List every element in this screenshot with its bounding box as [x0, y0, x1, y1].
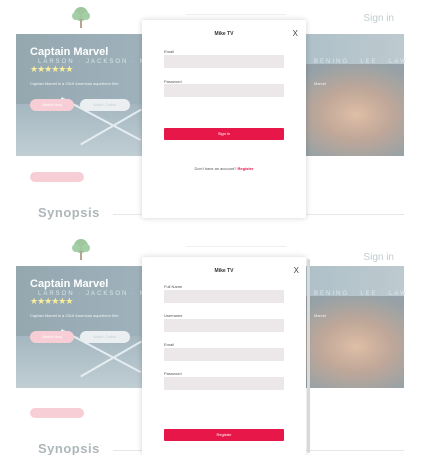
- login-modal: Mike TV X Email Password Sign in Don't h…: [142, 20, 306, 218]
- register-view: Sign in Captain Marvel LARSON · JACKSON …: [0, 232, 431, 455]
- email-field[interactable]: [164, 348, 284, 361]
- movie-description: Captain Marvel is a 2019 American superh…: [30, 81, 119, 86]
- register-modal: Mike TV X Full Name Username Email Passw…: [142, 257, 310, 455]
- login-view: Sign in Captain Marvel LARSON · JACKSON …: [0, 0, 431, 225]
- rating-stars: ★★★★★★: [30, 296, 73, 306]
- cast-list-right: BENING · LEE · LAW: [314, 59, 408, 65]
- username-field[interactable]: [164, 319, 284, 332]
- password-label: Password: [164, 371, 182, 376]
- watch-trailer-button[interactable]: Watch Trailer: [80, 331, 130, 343]
- username-label: Username: [164, 313, 183, 318]
- close-icon[interactable]: X: [293, 29, 298, 38]
- register-prompt-line: Don't have an account? Register: [142, 166, 306, 171]
- sign-in-link[interactable]: Sign in: [363, 252, 394, 263]
- modal-title: Mike TV: [214, 31, 234, 37]
- tree-logo-icon[interactable]: [70, 6, 92, 30]
- full-name-field[interactable]: [164, 290, 284, 303]
- movie-title: Captain Marvel: [30, 278, 109, 290]
- password-field[interactable]: [164, 377, 284, 390]
- email-field[interactable]: [164, 55, 284, 68]
- sign-in-link[interactable]: Sign in: [363, 13, 394, 24]
- register-link[interactable]: Register: [238, 166, 254, 171]
- movie-description: Captain Marvel is a 2019 American superh…: [30, 313, 119, 318]
- close-icon[interactable]: X: [294, 266, 299, 275]
- full-name-label: Full Name: [164, 284, 183, 289]
- synopsis-heading: Synopsis: [38, 441, 100, 455]
- header-divider: [186, 14, 286, 15]
- movie-description-right: Marvel: [314, 81, 327, 86]
- watch-now-button[interactable]: Watch Now: [30, 331, 74, 343]
- tab-pill[interactable]: [30, 408, 84, 418]
- tab-pill[interactable]: [30, 172, 84, 182]
- password-field[interactable]: [164, 84, 284, 97]
- register-button[interactable]: Register: [164, 429, 284, 441]
- movie-title: Captain Marvel: [30, 46, 109, 58]
- header-divider: [186, 246, 286, 247]
- movie-description-right: Marvel: [314, 313, 327, 318]
- register-prompt: Don't have an account?: [194, 166, 237, 171]
- sign-in-button[interactable]: Sign in: [164, 128, 284, 140]
- watch-trailer-button[interactable]: Watch Trailer: [80, 99, 130, 111]
- modal-title: Mike TV: [214, 268, 234, 274]
- modal-scrollbar[interactable]: [307, 259, 310, 453]
- email-label: Email: [164, 342, 175, 347]
- cast-list-right: BENING · LEE · LAW: [314, 291, 408, 297]
- rating-stars: ★★★★★★: [30, 64, 73, 74]
- synopsis-heading: Synopsis: [38, 205, 100, 220]
- tree-logo-icon[interactable]: [70, 238, 92, 262]
- watch-now-button[interactable]: Watch Now: [30, 99, 74, 111]
- email-label: Email: [164, 49, 175, 54]
